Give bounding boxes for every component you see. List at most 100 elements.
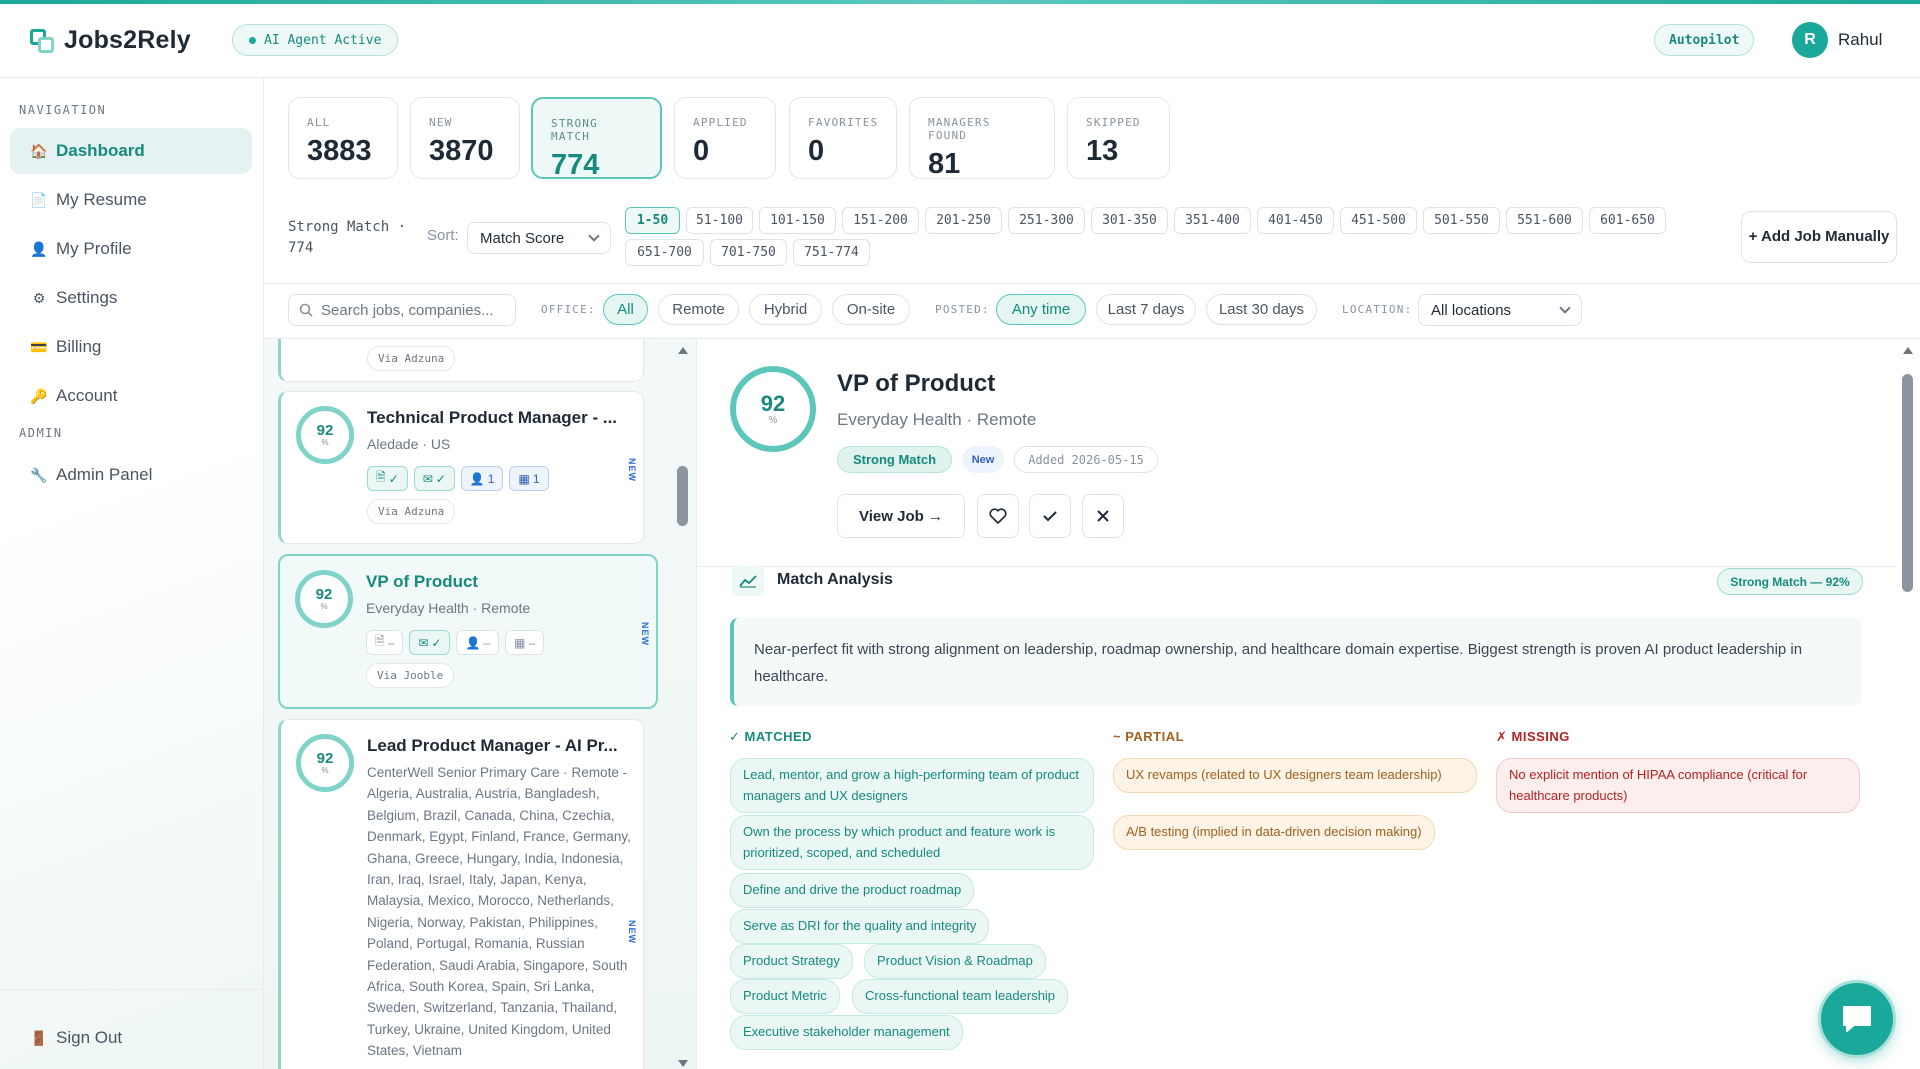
stat-card-new[interactable]: NEW 3870 <box>410 97 520 179</box>
job-title: VP of Product <box>366 572 479 591</box>
stat-card-favorites[interactable]: FAVORITES 0 <box>789 97 897 179</box>
range-651-700[interactable]: 651-700 <box>625 239 704 266</box>
range-701-750[interactable]: 701-750 <box>710 239 787 266</box>
office-onsite[interactable]: On-site <box>832 294 910 325</box>
document-icon: 🗎 <box>376 470 386 484</box>
badge-value: 1 <box>487 471 495 486</box>
sidebar-item-dashboard[interactable]: 🏠 Dashboard <box>10 128 252 174</box>
detail-scrollbar-thumb[interactable] <box>1902 374 1913 592</box>
job-company-location: CenterWell Senior Primary Care · Remote … <box>367 765 631 1059</box>
list-scroll-down[interactable] <box>678 1060 688 1067</box>
result-count: Strong Match · 774 <box>288 217 406 259</box>
office-hybrid[interactable]: Hybrid <box>749 294 822 325</box>
stat-value: 3883 <box>307 135 372 167</box>
office-all[interactable]: All <box>603 294 648 325</box>
stat-label: SKIPPED <box>1086 116 1141 129</box>
match-score: 92 <box>316 422 334 439</box>
stat-value: 0 <box>693 135 710 167</box>
stat-value: 774 <box>551 149 600 181</box>
job-company-location: Everyday Health · Remote <box>366 600 531 616</box>
sidebar-item-label: My Resume <box>56 190 147 209</box>
user-menu[interactable]: R Rahul <box>1792 22 1882 58</box>
range-601-650[interactable]: 601-650 <box>1589 207 1666 234</box>
office-label: OFFICE: <box>541 303 596 316</box>
detail-score: 92 <box>760 390 786 416</box>
search-box[interactable] <box>288 294 516 326</box>
result-count-label: Strong Match · <box>288 219 407 235</box>
job-badges: 🗎 ✓ ✉ ✓ 👤 1 ▦ 1 <box>367 466 549 491</box>
range-351-400[interactable]: 351-400 <box>1174 207 1251 234</box>
stat-value: 3870 <box>429 135 494 167</box>
stat-value: 13 <box>1086 135 1119 167</box>
range-501-550[interactable]: 501-550 <box>1423 207 1500 234</box>
range-101-150[interactable]: 101-150 <box>759 207 836 234</box>
posted-any-time[interactable]: Any time <box>996 294 1086 325</box>
posted-last-30-days[interactable]: Last 30 days <box>1206 294 1317 325</box>
list-scroll-up[interactable] <box>678 347 688 354</box>
added-date: Added 2026-05-15 <box>1014 446 1158 473</box>
list-scrollbar-thumb[interactable] <box>677 466 688 526</box>
stat-card-all[interactable]: ALL 3883 <box>288 97 398 179</box>
avatar: R <box>1792 22 1828 58</box>
match-score-ring: 92 % <box>296 734 354 792</box>
sort-value: Match Score <box>480 229 565 247</box>
favorite-button[interactable] <box>977 494 1019 538</box>
sidebar-item-account[interactable]: 🔑 Account <box>10 373 252 419</box>
door-icon: 🚪 <box>30 1029 48 1046</box>
check-icon <box>1043 511 1057 522</box>
range-1-50[interactable]: 1-50 <box>625 207 680 234</box>
range-401-450[interactable]: 401-450 <box>1257 207 1334 234</box>
office-remote[interactable]: Remote <box>658 294 739 325</box>
range-251-300[interactable]: 251-300 <box>1008 207 1085 234</box>
location-select[interactable]: All locations <box>1418 294 1582 326</box>
person-icon: 👤 <box>465 635 481 650</box>
view-job-button[interactable]: View Job → <box>837 494 965 538</box>
job-card[interactable]: Via Adzuna <box>278 339 644 382</box>
percent-sign: % <box>768 414 778 426</box>
stat-card-managers-found[interactable]: MANAGERS FOUND 81 <box>909 97 1055 180</box>
user-name: Rahul <box>1838 30 1883 49</box>
range-301-350[interactable]: 301-350 <box>1091 207 1168 234</box>
sidebar-item-my-resume[interactable]: 📄 My Resume <box>10 177 252 223</box>
sign-out-button[interactable]: 🚪 Sign Out <box>10 1015 252 1061</box>
range-551-600[interactable]: 551-600 <box>1506 207 1583 234</box>
add-job-manually-button[interactable]: + Add Job Manually <box>1741 211 1897 263</box>
new-tag: NEW <box>627 920 637 944</box>
filters-divider <box>264 283 1920 284</box>
range-201-250[interactable]: 201-250 <box>925 207 1002 234</box>
job-card-selected[interactable]: 92 % VP of Product Everyday Health · Rem… <box>278 554 658 709</box>
search-input[interactable] <box>321 301 501 319</box>
missing-skill-chip: No explicit mention of HIPAA compliance … <box>1496 758 1860 813</box>
app-logo[interactable]: Jobs2Rely <box>30 26 191 55</box>
sidebar-item-admin-panel[interactable]: 🔧 Admin Panel <box>10 452 252 498</box>
sort-select[interactable]: Match Score <box>467 222 611 254</box>
chat-button[interactable] <box>1818 980 1896 1058</box>
range-51-100[interactable]: 51-100 <box>686 207 753 234</box>
analysis-icon <box>732 566 764 596</box>
sidebar-item-label: Settings <box>56 288 118 307</box>
new-tag: NEW <box>640 622 650 646</box>
sidebar-item-label: Admin Panel <box>56 465 153 484</box>
stat-card-applied[interactable]: APPLIED 0 <box>674 97 776 179</box>
sidebar-item-settings[interactable]: ⚙ Settings <box>10 275 252 321</box>
sidebar-item-my-profile[interactable]: 👤 My Profile <box>10 226 252 272</box>
range-151-200[interactable]: 151-200 <box>842 207 919 234</box>
sidebar-item-label: Account <box>56 386 118 405</box>
resume-status-badge: 🗎 – <box>366 630 404 655</box>
detail-scroll-up[interactable] <box>1903 347 1913 354</box>
range-751-774[interactable]: 751-774 <box>793 239 870 266</box>
sidebar-item-billing[interactable]: 💳 Billing <box>10 324 252 370</box>
autopilot-button[interactable]: Autopilot <box>1654 24 1755 56</box>
job-badges: 🗎 – ✉ ✓ 👤 – ▦ – <box>366 630 545 655</box>
range-451-500[interactable]: 451-500 <box>1340 207 1417 234</box>
job-card[interactable]: 92 % Lead Product Manager - AI Pr... Cen… <box>278 719 644 1069</box>
skip-button[interactable] <box>1082 494 1124 538</box>
stat-card-strong-match[interactable]: STRONG MATCH 774 <box>531 97 662 181</box>
job-card[interactable]: 92 % Technical Product Manager - ... Ale… <box>278 391 644 544</box>
match-score-badge: Strong Match — 92% <box>1717 568 1863 595</box>
job-list[interactable]: Via Adzuna 92 % Technical Product Manage… <box>264 339 696 1069</box>
posted-last-7-days[interactable]: Last 7 days <box>1096 294 1196 325</box>
stat-card-skipped[interactable]: SKIPPED 13 <box>1067 97 1170 179</box>
stat-value: 0 <box>808 135 825 167</box>
mark-applied-button[interactable] <box>1029 494 1071 538</box>
